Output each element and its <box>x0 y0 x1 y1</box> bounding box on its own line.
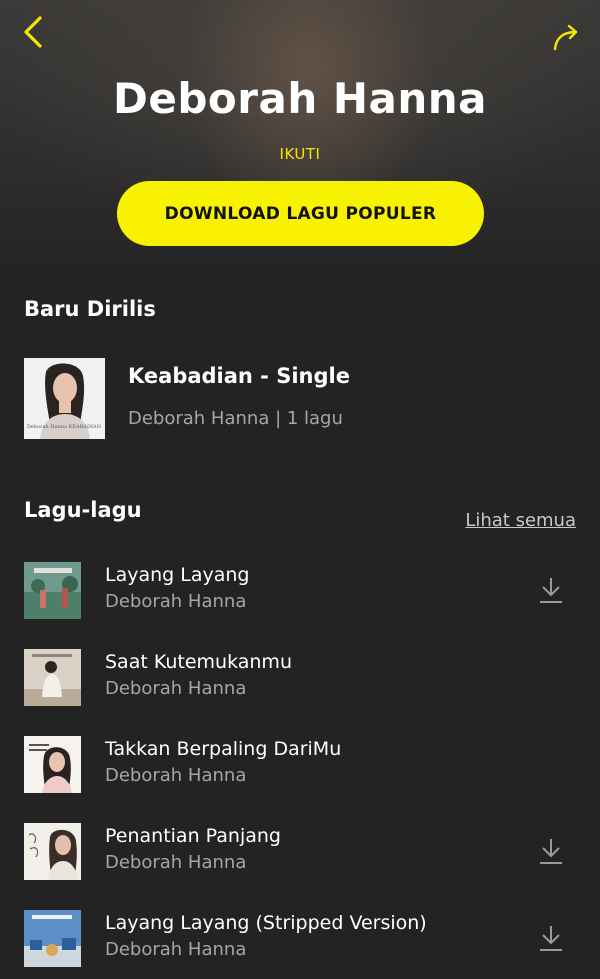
song-cover-image <box>24 649 81 706</box>
download-popular-button[interactable]: DOWNLOAD LAGU POPULER <box>117 181 484 246</box>
artist-hero: Deborah Hanna IKUTI DOWNLOAD LAGU POPULE… <box>0 0 600 290</box>
new-release-heading: Baru Dirilis <box>24 297 156 321</box>
release-subtitle: Deborah Hanna | 1 lagu <box>128 408 343 429</box>
songs-heading: Lagu-lagu <box>24 498 142 522</box>
song-title: Layang Layang <box>105 564 250 586</box>
release-cover-image: Deborah Hanna KEABADIAN <box>24 358 105 439</box>
song-cover-image <box>24 823 81 880</box>
download-icon[interactable] <box>538 924 564 952</box>
song-row[interactable]: Penantian Panjang Deborah Hanna <box>24 823 576 883</box>
song-row[interactable]: Layang Layang Deborah Hanna <box>24 562 576 622</box>
song-title: Saat Kutemukanmu <box>105 651 292 673</box>
song-title: Penantian Panjang <box>105 825 281 847</box>
share-arrow-icon[interactable] <box>550 24 582 52</box>
song-artist: Deborah Hanna <box>105 852 247 873</box>
song-row[interactable]: Saat Kutemukanmu Deborah Hanna <box>24 649 576 709</box>
song-title: Takkan Berpaling DariMu <box>105 738 342 760</box>
song-artist: Deborah Hanna <box>105 765 247 786</box>
release-title: Keabadian - Single <box>128 364 350 388</box>
song-artist: Deborah Hanna <box>105 591 247 612</box>
follow-button[interactable]: IKUTI <box>0 145 600 163</box>
song-title: Layang Layang (Stripped Version) <box>105 912 427 934</box>
download-icon[interactable] <box>538 576 564 604</box>
artist-name: Deborah Hanna <box>113 74 487 123</box>
download-icon[interactable] <box>538 837 564 865</box>
song-cover-image <box>24 562 81 619</box>
song-cover-image <box>24 736 81 793</box>
song-artist: Deborah Hanna <box>105 939 247 960</box>
release-cover-text: Deborah Hanna KEABADIAN <box>27 424 101 430</box>
song-row[interactable]: Takkan Berpaling DariMu Deborah Hanna <box>24 736 576 796</box>
song-row[interactable]: Layang Layang (Stripped Version) Deborah… <box>24 910 576 970</box>
chevron-left-icon[interactable] <box>18 14 48 50</box>
new-release-item[interactable]: Deborah Hanna KEABADIAN Keabadian - Sing… <box>24 358 584 440</box>
song-cover-image <box>24 910 81 967</box>
see-all-link[interactable]: Lihat semua <box>465 510 576 531</box>
song-artist: Deborah Hanna <box>105 678 247 699</box>
